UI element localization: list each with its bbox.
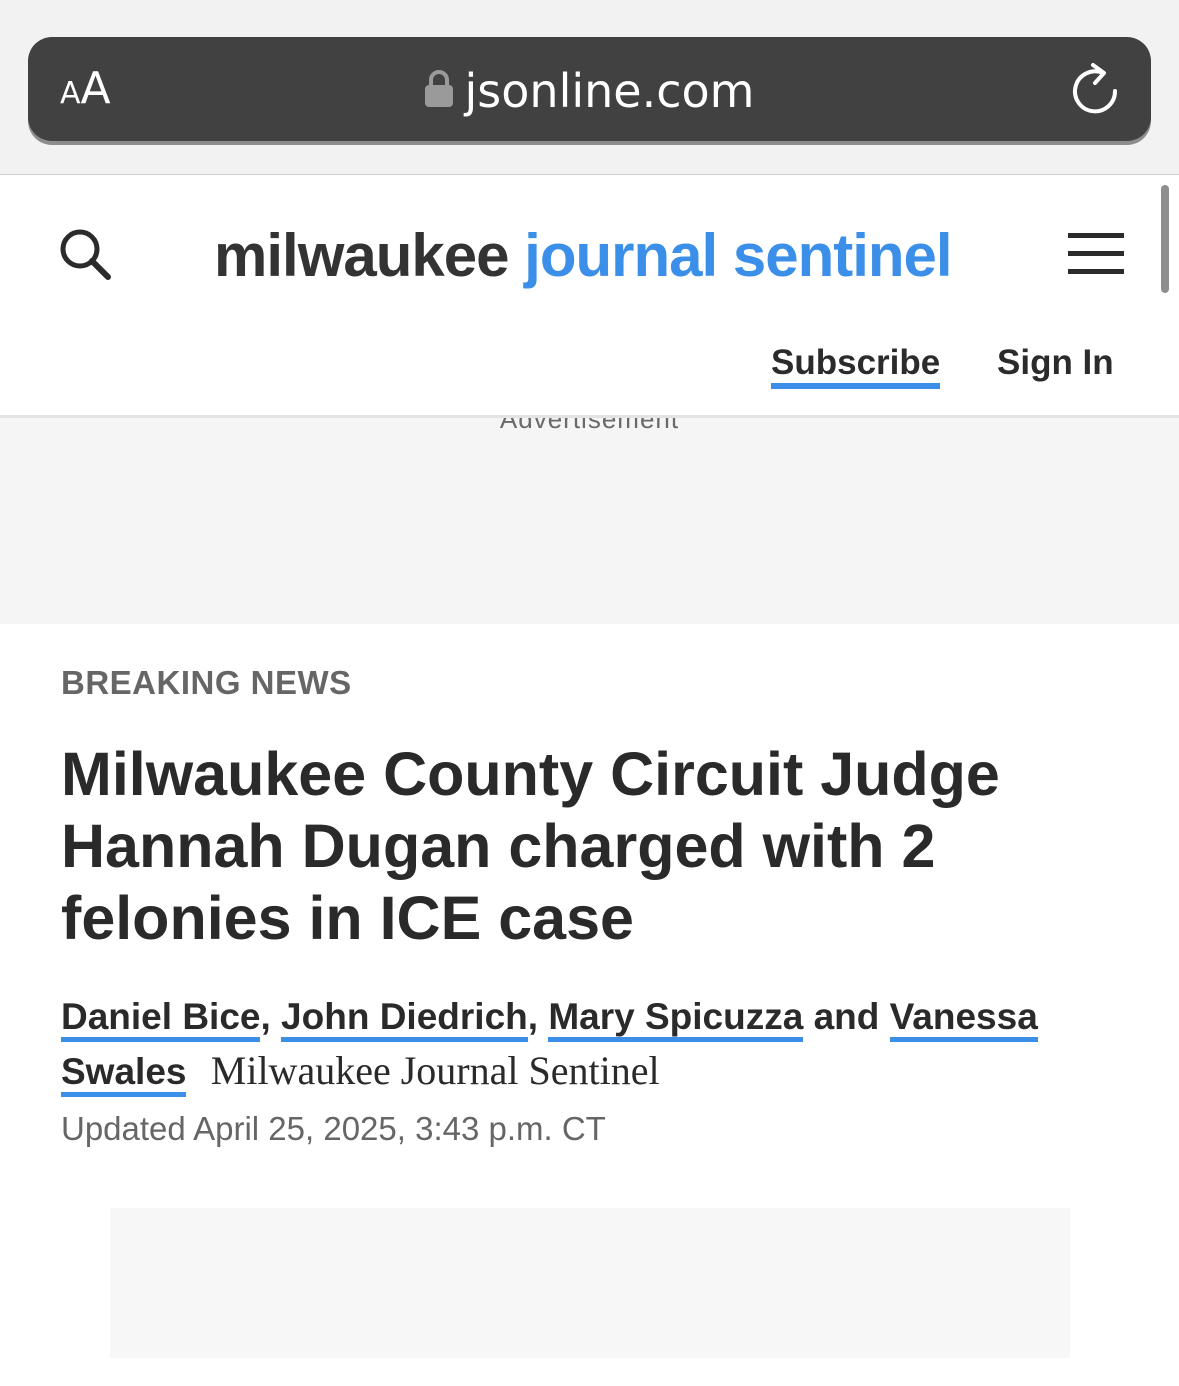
url-display[interactable]: jsonline.com [28,63,1151,119]
scrollbar[interactable] [1161,185,1169,293]
url-text: jsonline.com [464,64,755,118]
updated-timestamp: Updated April 25, 2025, 3:43 p.m. CT [61,1110,606,1147]
byline-separator: , [527,996,539,1037]
hamburger-menu-icon[interactable] [1068,231,1124,282]
author-link[interactable]: Mary Spicuzza [548,996,804,1042]
breaking-news-label: BREAKING NEWS [61,664,352,701]
site-logo[interactable]: milwaukee journal sentinel [214,221,953,291]
article-headline: Milwaukee County Circuit Judge Hannah Du… [61,740,1000,952]
byline-conjunction: and [813,996,880,1037]
site-header: milwaukee journal sentinel Subscribe Sig… [0,175,1179,418]
advertisement-area: Advertisement [0,418,1179,624]
lock-icon [424,63,453,119]
author-link[interactable]: Daniel Bice [61,996,261,1042]
publication-name: Milwaukee Journal Sentinel [210,1048,660,1093]
logo-part-milwaukee: milwaukee [214,222,509,289]
search-icon[interactable] [58,227,114,288]
reload-icon[interactable] [1071,61,1121,122]
browser-chrome: AA jsonline.com [0,0,1179,175]
byline: Daniel Bice, John Diedrich, Mary Spicuzz… [61,990,1141,1099]
address-bar[interactable]: AA jsonline.com [28,37,1151,141]
subscribe-link[interactable]: Subscribe [771,343,941,389]
author-link[interactable]: John Diedrich [281,996,528,1042]
ad-placeholder [110,1208,1070,1358]
logo-part-journal-sentinel: journal sentinel [524,222,952,289]
advertisement-label: Advertisement [499,418,680,434]
byline-separator: , [260,996,271,1037]
sign-in-link[interactable]: Sign In [997,343,1114,383]
